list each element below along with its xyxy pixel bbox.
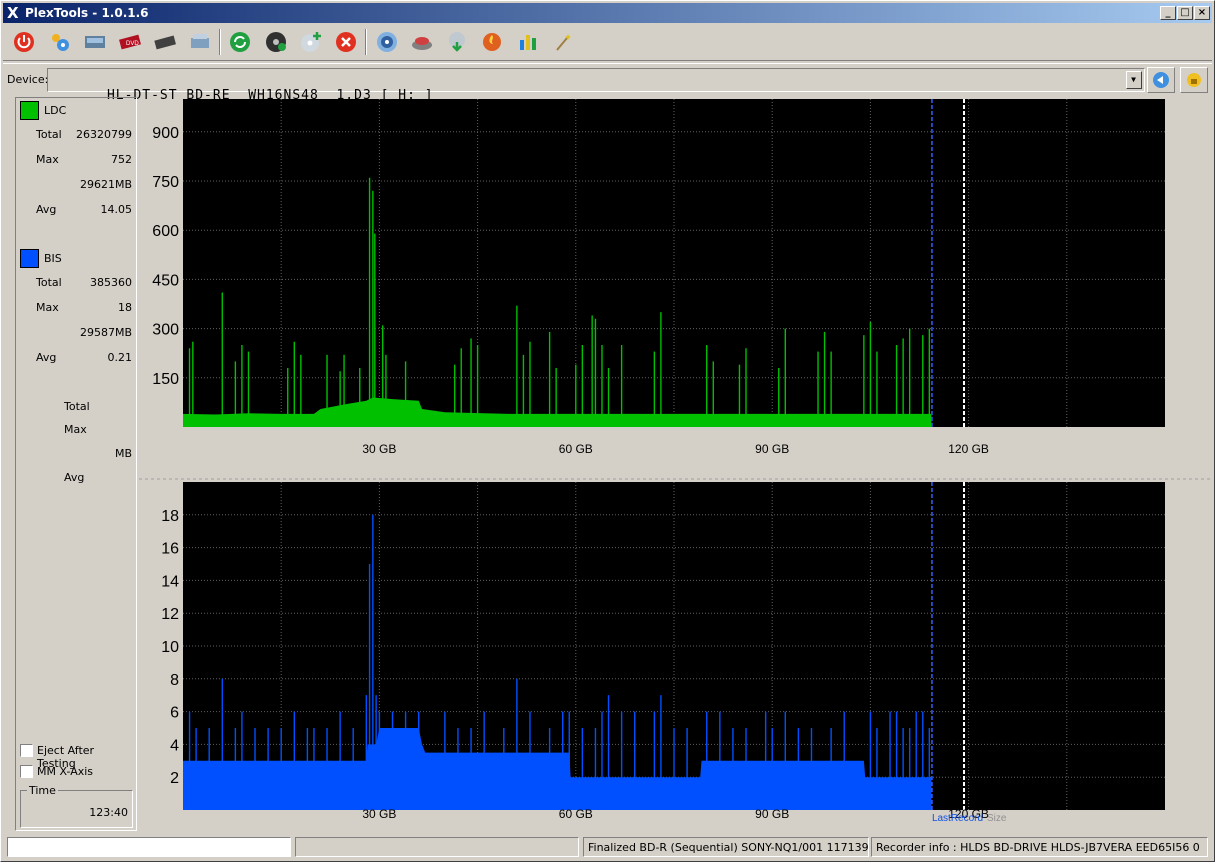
plextools-window: X PlexTools - 1.0.1.6 _ □ × DVD Device: …: [0, 0, 1215, 862]
y-tick-label: 10: [161, 639, 179, 656]
y-tick-label: 6: [170, 705, 179, 722]
bis-mb-value: 29587MB: [79, 326, 132, 339]
stop-icon[interactable]: [331, 27, 361, 57]
bis-max-value: 18: [118, 301, 132, 314]
mm-x-axis-checkbox[interactable]: [20, 765, 33, 778]
time-label: Time: [27, 784, 58, 797]
x-tick-label: 30 GB: [362, 442, 396, 456]
bis-total-label: Total: [36, 276, 62, 289]
x-tick-label: 90 GB: [755, 442, 789, 456]
dvd-icon[interactable]: DVD: [115, 27, 145, 57]
refresh-icon[interactable]: [225, 27, 255, 57]
y-tick-label: 12: [161, 606, 179, 623]
window-title: PlexTools - 1.0.1.6: [25, 6, 149, 20]
y-tick-label: 750: [152, 174, 179, 191]
ldc-mb-value: 29621MB: [79, 178, 132, 191]
maximize-button[interactable]: □: [1177, 6, 1193, 20]
eject-button[interactable]: [1147, 67, 1175, 93]
burn-disc-icon[interactable]: [407, 27, 437, 57]
close-button[interactable]: ×: [1194, 6, 1210, 20]
fire-icon[interactable]: [477, 27, 507, 57]
x-tick-label: 30 GB: [362, 807, 396, 821]
bis-avg-value: 0.21: [107, 351, 133, 364]
y-tick-label: 16: [161, 541, 179, 558]
status-recorder-info: Recorder info : HLDS BD-DRIVE HLDS-JB7VE…: [871, 837, 1208, 857]
chart-bis: 2468101214161830 GB 60 GB 90 GB 120 GBLastR…: [161, 482, 1165, 824]
bis-max-label: Max: [36, 301, 59, 314]
eject-icon: [1153, 72, 1169, 88]
last-record-label: LastRecord: [932, 813, 983, 824]
drives-icon[interactable]: [45, 27, 75, 57]
device-label: Device:: [7, 73, 49, 86]
scanner-icon[interactable]: [185, 27, 215, 57]
y-tick-label: 8: [170, 672, 179, 689]
ldc-total-label: Total: [36, 128, 62, 141]
bar-chart-icon[interactable]: [513, 27, 543, 57]
y-tick-label: 450: [152, 272, 179, 289]
status-bar: Finalized BD-R (Sequential) SONY-NQ1/001…: [3, 835, 1212, 859]
third-max-label: Max: [64, 423, 87, 436]
stats-panel: LDC Total 26320799 Max 752 29621MB Avg 1…: [15, 97, 137, 831]
minimize-button[interactable]: _: [1160, 6, 1176, 20]
app-logo-icon: X: [7, 4, 19, 22]
lock-icon: [1187, 73, 1201, 87]
y-tick-label: 150: [152, 371, 179, 388]
bis-label: BIS: [44, 252, 62, 265]
disc-test-icon[interactable]: [261, 27, 291, 57]
y-tick-label: 600: [152, 223, 179, 240]
toolbar: DVD: [3, 25, 1212, 61]
y-tick-label: 300: [152, 322, 179, 339]
x-tick-label: 60 GB: [559, 807, 593, 821]
drive-info-icon[interactable]: [80, 27, 110, 57]
time-value: 123:40: [89, 806, 128, 819]
ldc-max-label: Max: [36, 153, 59, 166]
device-row: Device: HL-DT-ST BD-RE WH16NS48 1.D3 [ H…: [3, 63, 1212, 103]
size-label: Size: [987, 813, 1007, 824]
lock-button[interactable]: [1180, 67, 1208, 93]
time-group: Time 123:40: [20, 784, 133, 828]
title-bar[interactable]: X PlexTools - 1.0.1.6 _ □ ×: [3, 3, 1212, 23]
ldc-total-value: 26320799: [76, 128, 132, 141]
chart-ldc: 150 300 450 600 750 900 30 GB 60 GB 90 GB 120 GB: [152, 99, 1165, 456]
mm-x-axis-label: MM X-Axis: [37, 765, 94, 778]
charts-svg: 150 300 450 600 750 900 30 GB 60 GB 90 GB 120 GB 2…: [139, 99, 1212, 824]
ldc-label: LDC: [44, 104, 67, 117]
y-tick-label: 18: [161, 508, 179, 525]
ldc-max-value: 752: [111, 153, 132, 166]
status-progress: [7, 837, 291, 857]
disc-copy-icon[interactable]: [442, 27, 472, 57]
y-tick-label: 2: [170, 770, 179, 787]
eject-after-testing-checkbox[interactable]: [20, 744, 33, 757]
svg-text:DVD: DVD: [126, 41, 139, 47]
bis-color-swatch: [20, 249, 39, 268]
third-mb-label: MB: [114, 447, 132, 460]
y-tick-label: 4: [170, 737, 179, 754]
disc-add-icon[interactable]: [296, 27, 326, 57]
third-avg-label: Avg: [64, 471, 85, 484]
y-tick-label: 900: [152, 125, 179, 142]
bis-avg-label: Avg: [36, 351, 57, 364]
disc-drive-icon[interactable]: [150, 27, 180, 57]
status-middle: [295, 837, 579, 857]
charts-area: 150 300 450 600 750 900 30 GB 60 GB 90 GB 120 GB 2…: [139, 97, 1212, 831]
bis-total-value: 385360: [90, 276, 132, 289]
power-icon[interactable]: [9, 27, 39, 57]
toolbar-separator: [365, 29, 367, 55]
ldc-avg-value: 14.05: [100, 203, 133, 216]
wand-icon[interactable]: [548, 27, 578, 57]
toolbar-separator: [219, 29, 221, 55]
y-tick-label: 14: [161, 573, 179, 590]
ldc-color-swatch: [20, 101, 39, 120]
device-select[interactable]: HL-DT-ST BD-RE WH16NS48 1.D3 [ H: ] ▼: [47, 68, 1145, 103]
ldc-avg-label: Avg: [36, 203, 57, 216]
x-tick-label: 120 GB: [948, 442, 989, 456]
x-tick-label: 90 GB: [755, 807, 789, 821]
x-tick-label: 60 GB: [559, 442, 593, 456]
chevron-down-icon[interactable]: ▼: [1126, 71, 1142, 89]
status-disc-info: Finalized BD-R (Sequential) SONY-NQ1/001…: [583, 837, 869, 857]
third-total-label: Total: [64, 400, 90, 413]
disc-icon[interactable]: [372, 27, 402, 57]
